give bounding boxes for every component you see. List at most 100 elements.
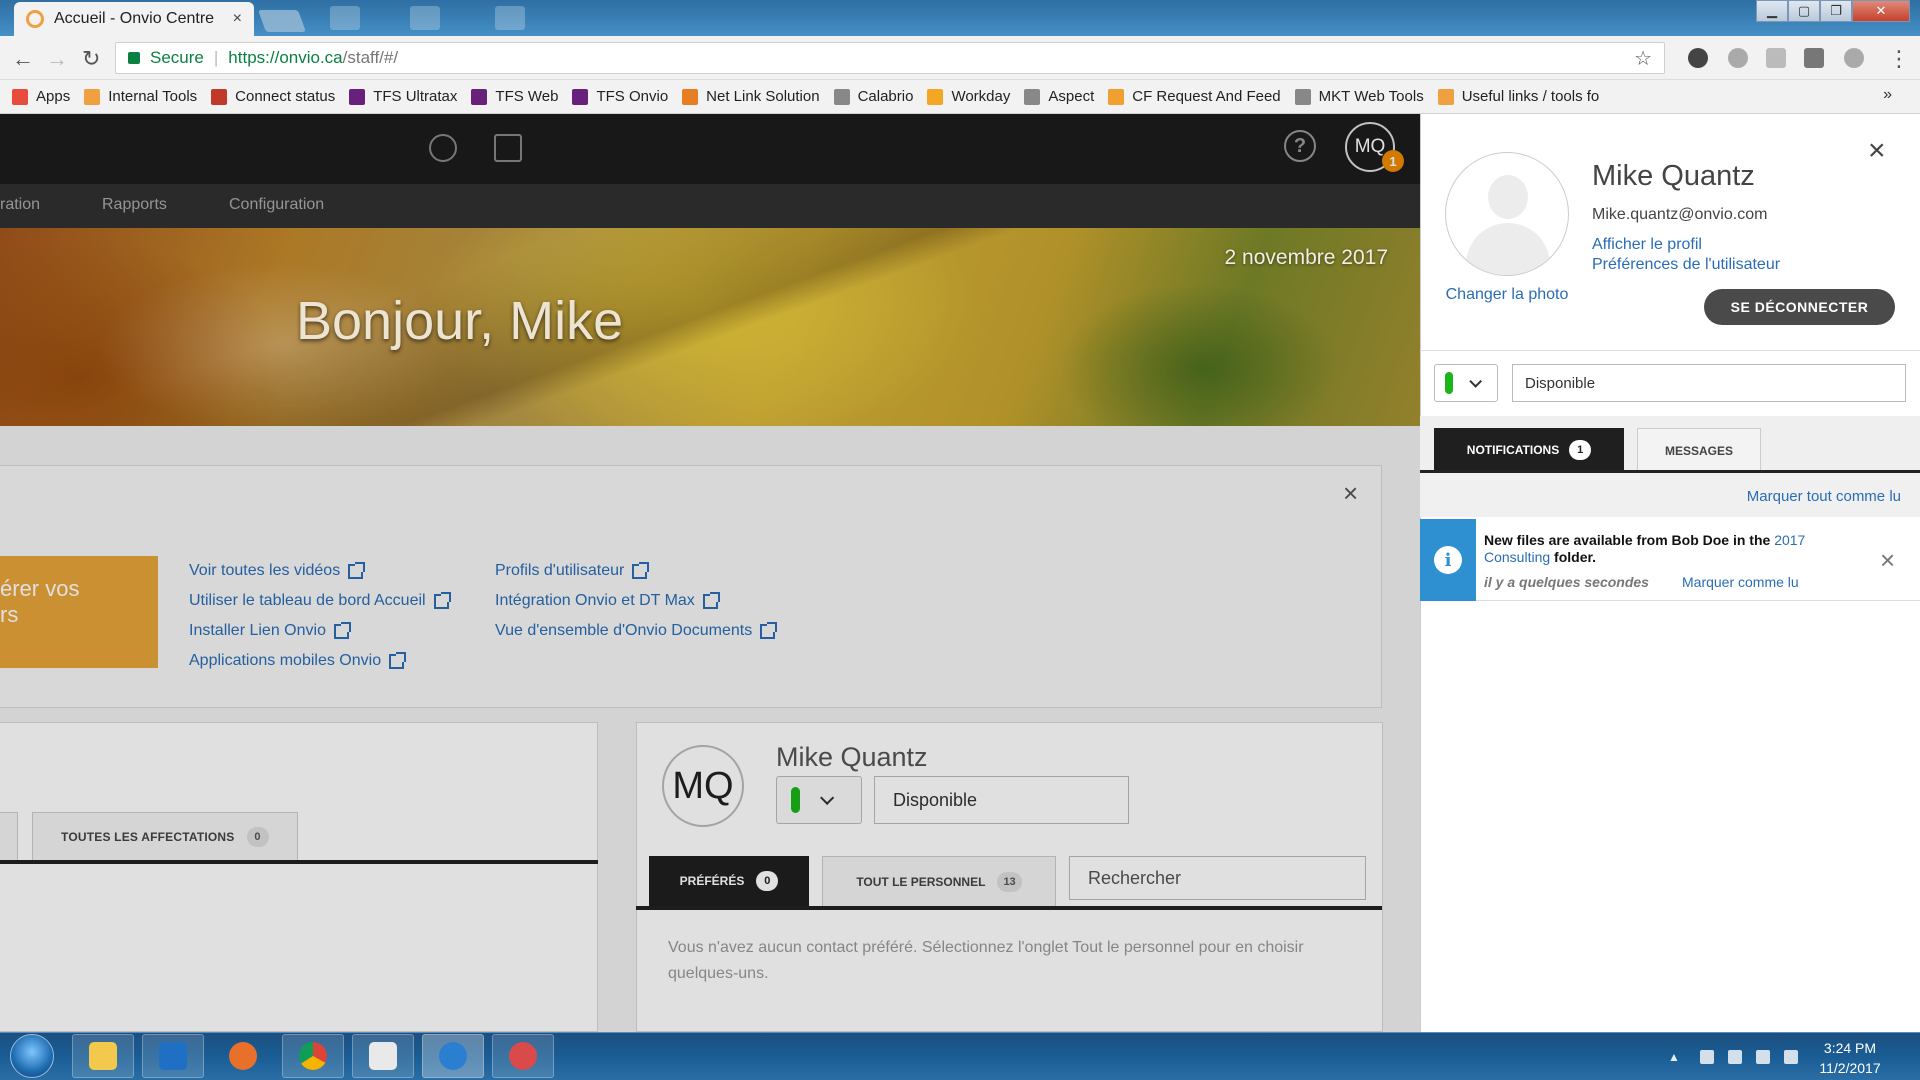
tab-label: PRÉFÉRÉS [679, 874, 745, 888]
extension-icon[interactable] [1728, 48, 1748, 68]
volume-icon[interactable] [1784, 1050, 1798, 1064]
forward-arrow-icon[interactable]: → [46, 46, 68, 72]
tab-all-staff[interactable]: TOUT LE PERSONNEL 13 [822, 856, 1056, 906]
mark-as-read-link[interactable]: Marquer comme lu [1682, 574, 1799, 590]
status-message-input[interactable]: Disponible [874, 776, 1129, 824]
timer-icon[interactable] [429, 134, 457, 162]
background-window-icon [495, 6, 525, 30]
bookmark-star-icon[interactable]: ☆ [1634, 46, 1652, 71]
help-link-label: Voir toutes les vidéos [189, 562, 341, 579]
tab-count-badge: 13 [997, 871, 1022, 892]
bookmark-item[interactable]: Internal Tools [84, 88, 197, 105]
panel-status-input[interactable]: Disponible [1512, 364, 1906, 402]
bookmark-item[interactable]: Net Link Solution [682, 88, 820, 105]
status-available-indicator [1445, 372, 1453, 394]
bookmark-item[interactable]: Apps [12, 88, 70, 105]
tab-close-icon[interactable]: × [233, 10, 242, 28]
bookmark-item[interactable]: Calabrio [833, 88, 913, 105]
explorer-taskbar-icon[interactable] [72, 1034, 134, 1078]
help-link[interactable]: Vue d'ensemble d'Onvio Documents [495, 621, 778, 640]
bookmark-item[interactable]: TFS Web [471, 88, 558, 105]
firefox-taskbar-icon[interactable] [212, 1034, 274, 1078]
notification-time: il y a quelques secondes [1484, 574, 1649, 590]
tab-partial[interactable] [0, 812, 18, 860]
new-tab-button[interactable] [257, 10, 307, 32]
profile-photo[interactable] [1445, 152, 1569, 276]
bookmark-favicon-icon [682, 88, 699, 105]
mark-all-read-link[interactable]: Marquer tout comme lu [1747, 488, 1901, 505]
lock-icon [128, 52, 140, 64]
nav-item-configuration[interactable]: Configuration [229, 196, 324, 214]
bookmarks-overflow-icon[interactable]: » [1883, 86, 1892, 104]
bookmark-item[interactable]: TFS Ultratax [349, 88, 457, 105]
user-preferences-link[interactable]: Préférences de l'utilisateur [1592, 256, 1780, 274]
network-icon[interactable] [1756, 1050, 1770, 1064]
external-link-icon [433, 591, 451, 609]
bookmark-item[interactable]: CF Request And Feed [1108, 88, 1281, 105]
view-profile-link[interactable]: Afficher le profil [1592, 236, 1702, 254]
onvio-taskbar-icon[interactable] [422, 1034, 484, 1078]
contact-search-input[interactable]: Rechercher [1069, 856, 1366, 900]
url-omnibox[interactable]: Secure | https://onvio.ca /staff/#/ ☆ [115, 42, 1665, 74]
bookmark-item[interactable]: Aspect [1024, 88, 1094, 105]
nav-item-reports[interactable]: Rapports [102, 196, 167, 214]
tab-label: NOTIFICATIONS [1466, 443, 1560, 457]
reload-icon[interactable]: ↻ [82, 46, 100, 72]
help-icon[interactable]: ? [1284, 130, 1316, 162]
browser-tab-active[interactable]: Accueil - Onvio Centre × [14, 2, 254, 36]
bookmark-item[interactable]: Useful links / tools fo [1437, 88, 1599, 105]
help-link[interactable]: Intégration Onvio et DT Max [495, 591, 720, 610]
notification-text: New files are available from Bob Doe in … [1484, 532, 1864, 566]
window-close-button[interactable]: ✕ [1852, 0, 1910, 22]
chrome-menu-icon[interactable]: ⋮ [1888, 46, 1910, 72]
nav-item-partial[interactable]: ration [0, 196, 40, 214]
back-arrow-icon[interactable]: ← [12, 46, 34, 72]
maximize-button[interactable]: ❐ [1820, 0, 1852, 22]
help-link-label: Intégration Onvio et DT Max [495, 592, 695, 609]
action-center-flag-icon[interactable] [1700, 1050, 1714, 1064]
status-dropdown[interactable] [776, 776, 862, 824]
extension-icon[interactable] [1688, 48, 1708, 68]
tab-favorites[interactable]: PRÉFÉRÉS 0 [649, 856, 809, 906]
notification-count-badge: 1 [1382, 150, 1404, 172]
taskbar-clock[interactable]: 3:24 PM 11/2/2017 [1808, 1038, 1892, 1078]
card-close-icon[interactable]: × [1343, 478, 1358, 509]
minimize-button[interactable]: ▁ [1756, 0, 1788, 22]
start-button[interactable] [10, 1034, 54, 1078]
panel-close-icon[interactable]: × [1868, 136, 1886, 166]
tile-text-line1: érer vos [0, 576, 80, 601]
bookmark-item[interactable]: MKT Web Tools [1294, 88, 1424, 105]
snipping-tool-taskbar-icon[interactable] [492, 1034, 554, 1078]
help-link[interactable]: Installer Lien Onvio [189, 621, 351, 640]
battery-icon[interactable] [1728, 1050, 1742, 1064]
extension-icon[interactable] [1844, 48, 1864, 68]
bookmark-item[interactable]: Connect status [211, 88, 335, 105]
change-photo-link[interactable]: Changer la photo [1445, 285, 1569, 304]
skype-business-taskbar-icon[interactable] [352, 1034, 414, 1078]
bookmark-item[interactable]: TFS Onvio [572, 88, 668, 105]
inbox-icon[interactable] [494, 134, 522, 162]
extension-icon[interactable] [1766, 48, 1786, 68]
help-link[interactable]: Profils d'utilisateur [495, 561, 650, 580]
assignments-card [0, 722, 598, 1032]
chrome-taskbar-icon[interactable] [282, 1034, 344, 1078]
tab-notifications[interactable]: NOTIFICATIONS 1 [1434, 428, 1624, 472]
panel-user-email: Mike.quantz@onvio.com [1592, 206, 1768, 223]
tab-all-assignments[interactable]: TOUTES LES AFFECTATIONS 0 [32, 812, 298, 860]
bookmark-item[interactable]: Workday [927, 88, 1010, 105]
outlook-taskbar-icon[interactable] [142, 1034, 204, 1078]
notification-dismiss-icon[interactable]: × [1880, 545, 1895, 576]
panel-status-dropdown[interactable] [1434, 364, 1498, 402]
help-link[interactable]: Applications mobiles Onvio [189, 651, 407, 670]
clock-time: 3:24 PM [1823, 1040, 1877, 1056]
tab-messages[interactable]: MESSAGES [1637, 428, 1761, 472]
restore-button[interactable]: ▢ [1788, 0, 1820, 22]
tab-label: TOUTES LES AFFECTATIONS [61, 829, 235, 844]
help-link[interactable]: Voir toutes les vidéos [189, 561, 366, 580]
extension-icon[interactable] [1804, 48, 1824, 68]
help-link[interactable]: Utiliser le tableau de bord Accueil [189, 591, 451, 610]
logout-button[interactable]: SE DÉCONNECTER [1704, 289, 1895, 325]
tray-expand-icon[interactable]: ▲ [1668, 1050, 1682, 1064]
main-nav: ration Rapports Configuration [0, 184, 1420, 228]
get-started-tile[interactable]: érer vos rs [0, 556, 158, 668]
